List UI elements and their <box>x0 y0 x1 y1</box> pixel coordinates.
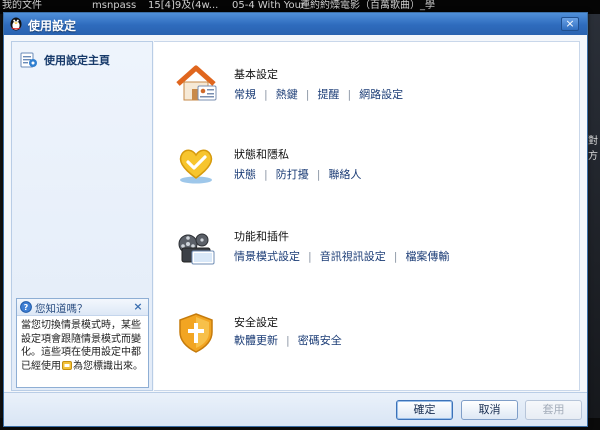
penguin-logo-icon <box>10 17 22 31</box>
link-file-transfer[interactable]: 檔案傳輸 <box>405 250 449 263</box>
link-hotkeys[interactable]: 熱鍵 <box>276 88 298 101</box>
tip-line-part: 為您標識出來。 <box>73 360 143 372</box>
did-you-know-title: 您知道嗎？ <box>35 303 88 315</box>
section-features-plugins: 功能和插件 情景模式設定 | 音訊視訊設定 | 檔案傳輸 <box>154 224 579 294</box>
desktop-right-label: 對方 <box>588 136 598 162</box>
desktop-text: 05-4 With Your <box>232 0 306 11</box>
link-contacts[interactable]: 聯絡人 <box>328 168 361 181</box>
tip-line: 化。這些項在使用設定中都 <box>21 347 141 358</box>
section-status-privacy: 狀態和隱私 狀態 | 防打擾 | 聯絡人 <box>154 142 579 212</box>
section-links: 軟體更新 | 密碼安全 <box>234 334 342 347</box>
link-audio-video-settings[interactable]: 音訊視訊設定 <box>320 250 386 263</box>
heart-check-icon <box>179 149 213 184</box>
link-scene-mode-settings[interactable]: 情景模式設定 <box>234 250 300 263</box>
window-titlebar[interactable]: 使用設定 × <box>4 13 587 35</box>
settings-sidebar: 使用設定主頁 ? 您知道嗎？ × 當您切換情景模式時，某些 設定項會跟隨情景模式… <box>11 41 153 391</box>
section-title: 狀態和隱私 <box>234 148 289 161</box>
scene-mode-tag-icon <box>62 360 72 370</box>
window-title: 使用設定 <box>28 19 77 33</box>
desktop-text: msnpass <box>92 0 137 11</box>
dialog-button-bar: 確定 取消 套用 <box>4 392 587 426</box>
tip-line: 已經使用 為您標識出來。 <box>21 360 147 374</box>
did-you-know-text: 當您切換情景模式時，某些 設定項會跟隨情景模式而變 化。這些項在使用設定中都 已… <box>21 319 147 373</box>
shield-icon <box>179 313 213 353</box>
apply-button[interactable]: 套用 <box>525 400 582 420</box>
section-title: 安全設定 <box>234 316 278 329</box>
link-password-security[interactable]: 密碼安全 <box>298 334 342 347</box>
did-you-know-panel: ? 您知道嗎？ × 當您切換情景模式時，某些 設定項會跟隨情景模式而變 化。這些… <box>16 298 149 388</box>
section-links: 常規 | 熱鍵 | 提醒 | 網路設定 <box>234 88 404 101</box>
did-you-know-header: ? 您知道嗎？ × <box>17 299 148 316</box>
section-security-settings: 安全設定 軟體更新 | 密碼安全 <box>154 310 579 380</box>
section-title: 基本設定 <box>234 68 278 81</box>
desktop-text: 我的文件 <box>2 0 42 11</box>
desktop-text: 連約約燺電影（百萬歌曲）_學 <box>300 0 435 11</box>
settings-home-icon <box>20 52 37 68</box>
settings-window: 使用設定 × 使用設定主頁 ? 您知道嗎？ × 當您切換情景模式時，某些 設定項… <box>3 12 588 427</box>
section-links: 狀態 | 防打擾 | 聯絡人 <box>234 168 362 181</box>
link-reminders[interactable]: 提醒 <box>317 88 339 101</box>
section-title: 功能和插件 <box>234 230 289 243</box>
link-general[interactable]: 常規 <box>234 88 256 101</box>
section-links: 情景模式設定 | 音訊視訊設定 | 檔案傳輸 <box>234 250 450 263</box>
link-status[interactable]: 狀態 <box>234 168 256 181</box>
ok-button[interactable]: 確定 <box>396 400 453 420</box>
cancel-button[interactable]: 取消 <box>461 400 518 420</box>
question-icon: ? <box>20 301 32 313</box>
sidebar-item-label: 使用設定主頁 <box>44 54 110 67</box>
section-basic-settings: 基本設定 常規 | 熱鍵 | 提醒 | 網路設定 <box>154 62 579 132</box>
svg-text:?: ? <box>24 303 29 312</box>
tip-line-part: 已經使用 <box>21 360 61 372</box>
desktop-text: 15[4]9及(4w... <box>148 0 219 11</box>
window-close-button[interactable]: × <box>561 17 579 31</box>
tip-line: 當您切換情景模式時，某些 <box>21 320 141 331</box>
link-network-settings[interactable]: 網路設定 <box>359 88 403 101</box>
tip-line: 設定項會跟隨情景模式而變 <box>21 333 141 345</box>
desktop-right-edge: 對方 <box>587 14 600 430</box>
settings-main: 基本設定 常規 | 熱鍵 | 提醒 | 網路設定 狀態和隱私 狀態 | 防打擾 | 聯絡人 <box>154 41 580 391</box>
link-software-update[interactable]: 軟體更新 <box>234 334 278 347</box>
link-do-not-disturb[interactable]: 防打擾 <box>276 168 309 181</box>
film-camera-icon <box>178 233 215 265</box>
house-card-icon <box>176 65 217 101</box>
did-you-know-close-button[interactable]: × <box>132 300 144 314</box>
sidebar-item-settings-home[interactable]: 使用設定主頁 <box>20 50 110 70</box>
